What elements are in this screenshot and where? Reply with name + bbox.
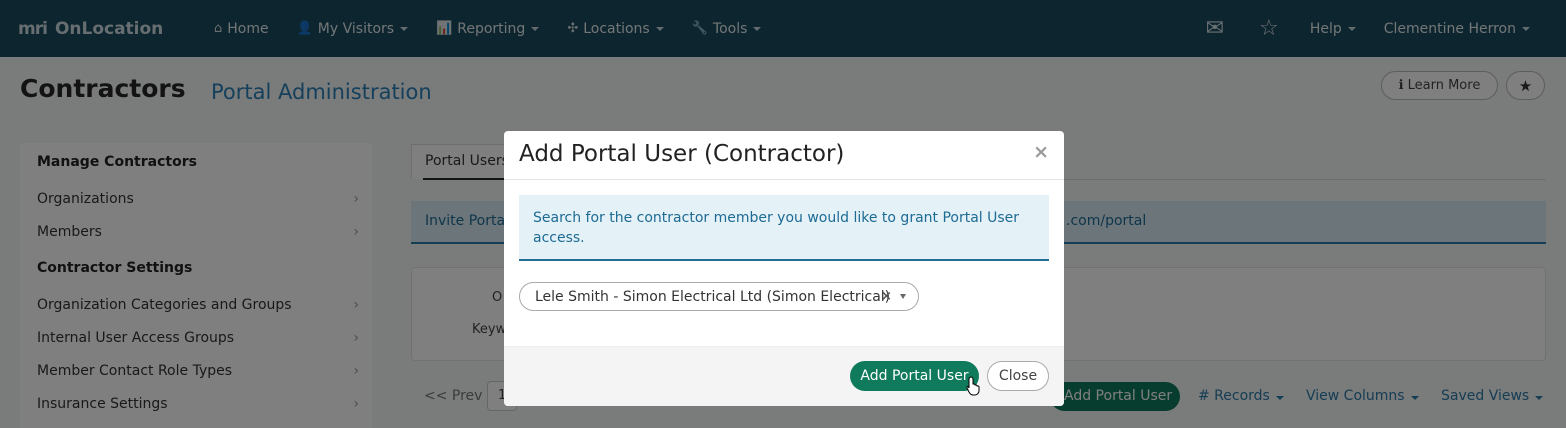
modal-title: Add Portal User (Contractor)	[519, 141, 845, 167]
add-portal-user-button[interactable]: Add Portal User	[850, 361, 979, 391]
contractor-member-select[interactable]: Lele Smith - Simon Electrical Ltd (Simon…	[519, 282, 919, 311]
clear-selection-icon[interactable]: ×	[881, 289, 892, 304]
close-button[interactable]: Close	[987, 361, 1049, 391]
modal-header: Add Portal User (Contractor) ×	[504, 131, 1064, 180]
add-portal-user-modal: Add Portal User (Contractor) × Search fo…	[504, 131, 1064, 406]
close-icon[interactable]: ×	[1033, 141, 1049, 163]
chevron-down-icon[interactable]	[900, 294, 906, 299]
search-instructions-alert: Search for the contractor member you wou…	[519, 195, 1049, 261]
hand-cursor-icon	[966, 376, 980, 396]
selected-member-value: Lele Smith - Simon Electrical Ltd (Simon…	[535, 289, 891, 305]
